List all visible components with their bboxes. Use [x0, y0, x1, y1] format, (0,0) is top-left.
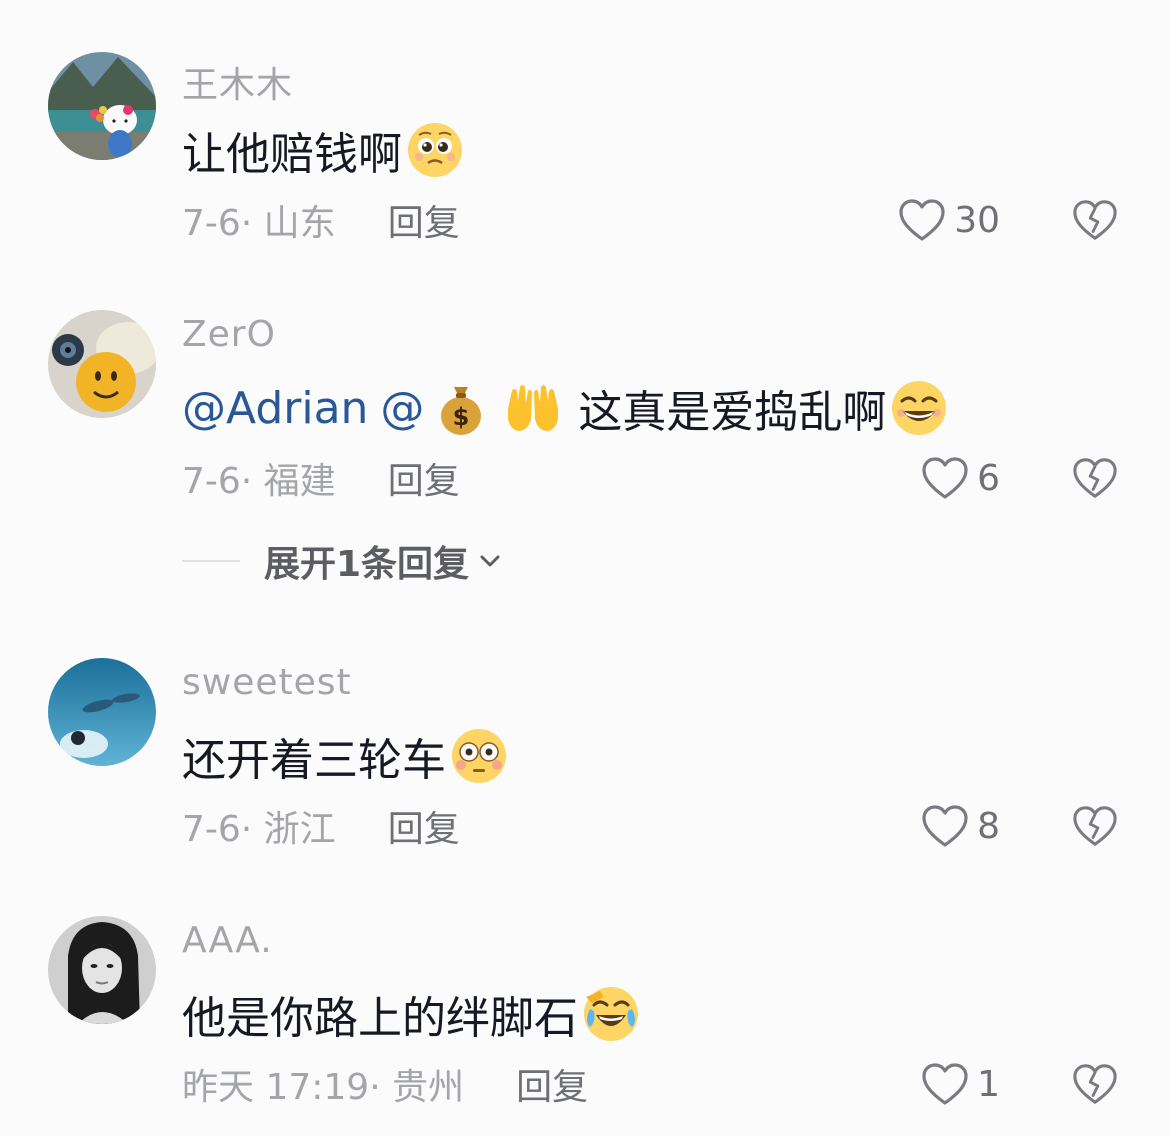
avatar[interactable] — [48, 658, 156, 766]
expand-replies-button[interactable]: 展开1条回复 — [182, 538, 501, 585]
pleading-face-emoji-icon — [406, 121, 464, 179]
avatar[interactable] — [48, 52, 156, 160]
like-button[interactable]: 1 — [921, 1059, 1000, 1109]
comment-body: 这真是爱捣乱啊 — [578, 387, 887, 438]
comment-username[interactable]: ZerO — [182, 314, 276, 355]
grinning-squinting-face-emoji-icon — [890, 379, 948, 437]
like-button[interactable]: 8 — [921, 801, 1000, 851]
comment-meta: 昨天 17:19· 贵州 回复 — [182, 1062, 588, 1108]
dislike-button[interactable] — [1072, 1061, 1118, 1107]
comment-date-location: 7-6· 浙江 — [182, 809, 336, 850]
comment-meta: 7-6· 山东 回复 — [182, 198, 460, 244]
comment-username[interactable]: 王木木 — [182, 56, 293, 108]
dislike-button[interactable] — [1072, 803, 1118, 849]
dislike-button[interactable] — [1072, 455, 1118, 501]
heart-broken-icon — [1073, 200, 1117, 240]
avatar[interactable] — [48, 310, 156, 418]
dislike-button[interactable] — [1072, 197, 1118, 243]
like-button[interactable]: 30 — [898, 195, 1000, 245]
heart-icon — [922, 457, 968, 499]
heart-icon — [922, 805, 968, 847]
heart-icon — [899, 199, 945, 241]
flushed-face-emoji-icon — [450, 727, 508, 785]
comment-date-location: 7-6· 福建 — [182, 461, 336, 502]
money-bag-emoji-icon: $ — [432, 379, 490, 437]
reply-button[interactable]: 回复 — [516, 1058, 588, 1110]
comment-meta: 7-6· 福建 回复 — [182, 456, 460, 502]
like-button[interactable]: 6 — [921, 453, 1000, 503]
comment-date-location: 昨天 17:19· 贵州 — [182, 1067, 465, 1108]
comment-text: 还开着三轮车 — [182, 726, 508, 786]
like-count: 1 — [977, 1063, 1000, 1105]
mention-link[interactable]: @Adrian — [182, 383, 368, 434]
raised-hands-emoji-icon — [504, 379, 562, 437]
divider — [182, 560, 240, 562]
svg-text:$: $ — [453, 403, 470, 431]
heart-broken-icon — [1073, 806, 1117, 846]
comment-text: @Adrian @ $ 这真是爱捣乱啊 — [182, 378, 948, 438]
mention-link[interactable]: @ — [380, 383, 424, 434]
crying-laughing-emoji-icon — [582, 985, 640, 1043]
like-count: 6 — [977, 457, 1000, 499]
comment-body: 还开着三轮车 — [182, 735, 446, 786]
expand-replies-label: 展开1条回复 — [264, 544, 470, 585]
comment-text: 他是你路上的绊脚石 — [182, 984, 640, 1044]
comment-username[interactable]: sweetest — [182, 662, 352, 703]
comment-text: 让他赔钱啊 — [182, 120, 464, 180]
comment-date-location: 7-6· 山东 — [182, 203, 336, 244]
heart-broken-icon — [1073, 458, 1117, 498]
comment-body: 他是你路上的绊脚石 — [182, 993, 578, 1044]
chevron-down-icon — [480, 555, 500, 567]
reply-button[interactable]: 回复 — [388, 800, 460, 852]
like-count: 8 — [977, 805, 1000, 847]
comment-meta: 7-6· 浙江 回复 — [182, 804, 460, 850]
reply-button[interactable]: 回复 — [388, 452, 460, 504]
comment-body: 让他赔钱啊 — [182, 129, 402, 180]
avatar[interactable] — [48, 916, 156, 1024]
heart-icon — [922, 1063, 968, 1105]
heart-broken-icon — [1073, 1064, 1117, 1104]
like-count: 30 — [954, 199, 1000, 241]
reply-button[interactable]: 回复 — [388, 194, 460, 246]
comment-username[interactable]: AAA. — [182, 920, 273, 961]
